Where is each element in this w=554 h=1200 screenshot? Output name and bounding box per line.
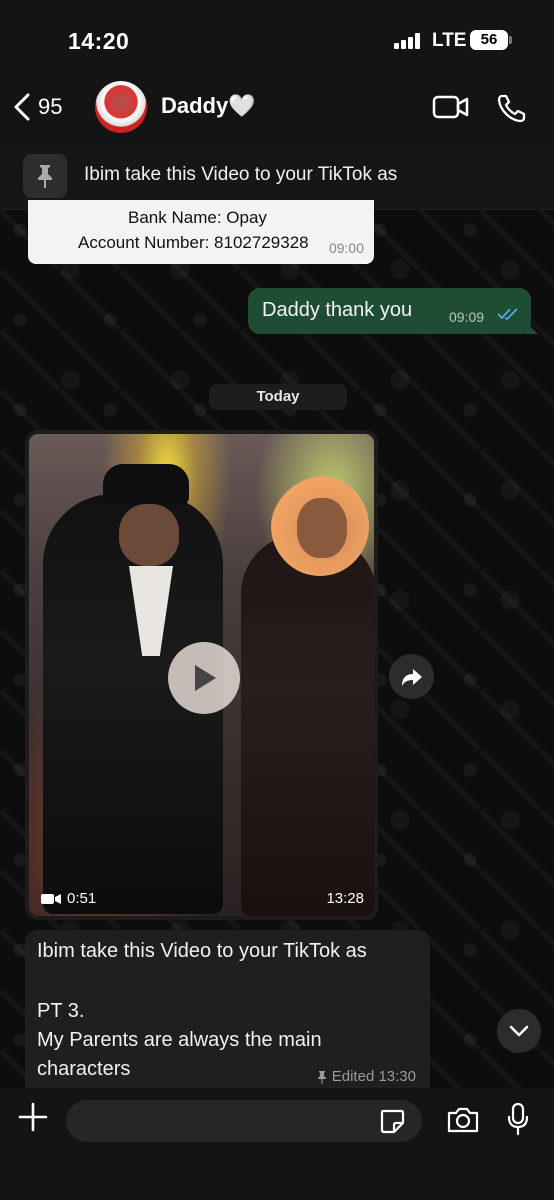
pin-icon bbox=[23, 154, 67, 198]
caption-line: PT 3. bbox=[37, 1000, 85, 1022]
sticker-icon[interactable] bbox=[379, 1108, 405, 1134]
read-receipt-icon bbox=[497, 308, 518, 321]
message-time: 09:00 bbox=[328, 240, 364, 256]
thumbnail-figure bbox=[241, 534, 374, 916]
pin-icon bbox=[317, 1070, 326, 1084]
chat-header: 95 Daddy🤍 bbox=[0, 78, 554, 148]
thumbnail-detail bbox=[119, 504, 179, 566]
forward-button[interactable] bbox=[389, 654, 434, 699]
camera-icon[interactable] bbox=[446, 1106, 480, 1134]
network-type: LTE bbox=[432, 30, 467, 51]
message-time: 09:09 bbox=[449, 309, 485, 325]
back-button[interactable]: 95 bbox=[12, 92, 62, 122]
outgoing-message-text: Daddy thank you bbox=[262, 299, 413, 321]
play-button[interactable] bbox=[168, 642, 240, 714]
video-camera-icon bbox=[41, 893, 61, 904]
avatar[interactable] bbox=[95, 81, 147, 133]
message-input-bar bbox=[0, 1088, 554, 1200]
caption-line: Ibim take this Video to your TikTok as bbox=[37, 940, 367, 962]
caption-line: characters bbox=[37, 1058, 131, 1080]
microphone-icon[interactable] bbox=[507, 1102, 529, 1136]
message-time: 13:28 bbox=[326, 890, 364, 907]
chevron-left-icon bbox=[14, 93, 30, 121]
video-duration: 0:51 bbox=[41, 890, 96, 907]
video-message[interactable]: 0:51 13:28 bbox=[25, 430, 378, 920]
bank-name-line: Bank Name: Opay bbox=[128, 208, 267, 227]
contact-name[interactable]: Daddy🤍 bbox=[161, 93, 256, 119]
play-icon bbox=[195, 665, 216, 691]
incoming-message-caption[interactable]: Ibim take this Video to your TikTok as P… bbox=[25, 930, 430, 1088]
thumbnail-detail bbox=[297, 498, 347, 558]
video-call-icon[interactable] bbox=[432, 94, 470, 120]
thumbnail-detail bbox=[103, 464, 189, 504]
signal-icon bbox=[394, 33, 424, 49]
date-separator: Today bbox=[209, 384, 347, 410]
status-bar: 14:20 LTE 56 bbox=[0, 0, 554, 78]
pinned-text: Ibim take this Video to your TikTok as bbox=[84, 164, 398, 185]
unread-count: 95 bbox=[38, 94, 63, 119]
edited-meta: Edited 13:30 bbox=[316, 1068, 416, 1085]
chevron-down-icon bbox=[509, 1025, 529, 1037]
battery-tip bbox=[509, 36, 512, 44]
phone-icon[interactable] bbox=[496, 92, 528, 124]
forward-icon bbox=[401, 668, 422, 686]
plus-icon[interactable] bbox=[18, 1102, 48, 1132]
scroll-to-bottom-button[interactable] bbox=[497, 1009, 541, 1053]
message-input[interactable] bbox=[66, 1100, 422, 1142]
edited-time: Edited 13:30 bbox=[331, 1068, 416, 1085]
account-number-line: Account Number: 8102729328 bbox=[78, 233, 309, 252]
status-time: 14:20 bbox=[68, 28, 130, 54]
video-duration-text: 0:51 bbox=[67, 890, 97, 907]
caption-line: My Parents are always the main bbox=[37, 1029, 322, 1051]
incoming-message-bank[interactable]: Bank Name: Opay Account Number: 81027293… bbox=[28, 200, 374, 264]
battery-icon: 56 bbox=[470, 30, 508, 50]
outgoing-message[interactable]: Daddy thank you 09:09 bbox=[248, 288, 538, 334]
video-thumbnail[interactable]: 0:51 13:28 bbox=[29, 434, 374, 916]
